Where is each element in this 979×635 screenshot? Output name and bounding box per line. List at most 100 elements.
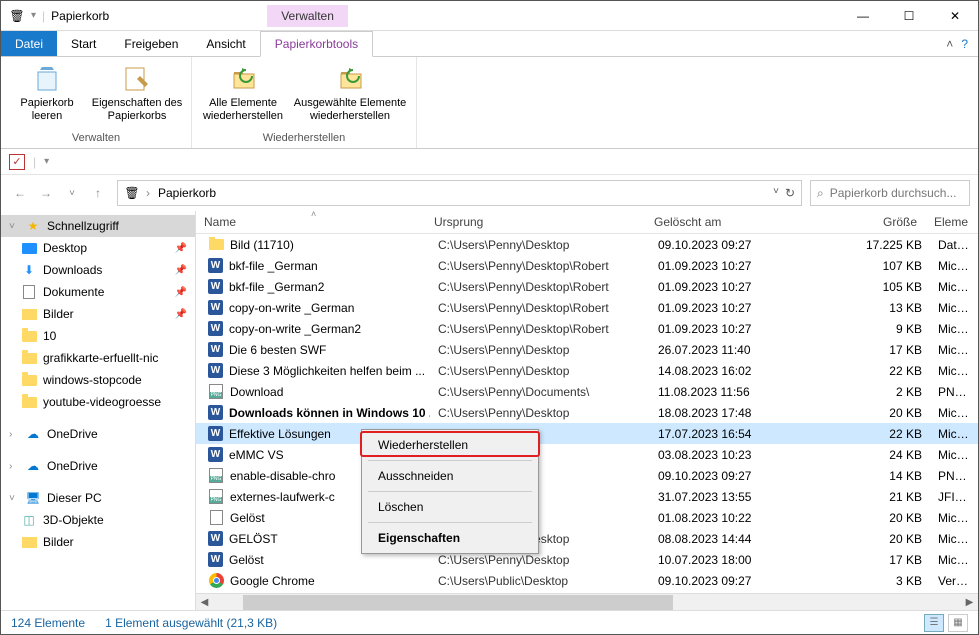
tab-file[interactable]: Datei	[1, 31, 57, 56]
table-row[interactable]: WGELÖSTC:\Users\Penny\Desktop08.08.2023 …	[196, 528, 978, 549]
expand-icon[interactable]: ›	[9, 429, 19, 440]
word-icon: W	[208, 405, 223, 420]
table-row[interactable]: WeMMC VSesktop03.08.2023 10:2324 KBMicro…	[196, 444, 978, 465]
scroll-right-icon[interactable]: ▶	[961, 594, 978, 611]
crumb-separator-icon[interactable]: ›	[146, 186, 150, 200]
image-icon	[208, 468, 224, 484]
cell-type: Micros	[930, 511, 978, 525]
cell-size: 2 KB	[840, 385, 930, 399]
table-row[interactable]: externes-laufwerk-cocuments\31.07.2023 1…	[196, 486, 978, 507]
search-box[interactable]: ⌕ Papierkorb durchsuch...	[810, 180, 970, 206]
tab-start[interactable]: Start	[57, 31, 110, 56]
maximize-button[interactable]: ☐	[886, 1, 932, 31]
table-row[interactable]: Bild (11710)C:\Users\Penny\Desktop09.10.…	[196, 234, 978, 255]
cell-size: 22 KB	[840, 427, 930, 441]
col-type[interactable]: Eleme	[926, 211, 978, 233]
cell-deleted: 01.09.2023 10:27	[650, 259, 840, 273]
recycle-bin-properties-button[interactable]: Eigenschaften des Papierkorbs	[89, 59, 185, 127]
table-row[interactable]: Wcopy-on-write _GermanC:\Users\Penny\Des…	[196, 297, 978, 318]
tree-item-3d[interactable]: ◫3D-Objekte	[1, 509, 195, 531]
qat-caret-icon[interactable]: ▾	[31, 10, 36, 21]
cell-deleted: 26.07.2023 11:40	[650, 343, 840, 357]
table-row[interactable]: WDownloads können in Windows 10 ...C:\Us…	[196, 402, 978, 423]
restore-all-icon	[227, 63, 259, 95]
expand-icon[interactable]: ›	[9, 461, 19, 472]
restore-all-button[interactable]: Alle Elemente wiederherstellen	[198, 59, 288, 127]
address-dropdown-icon[interactable]: ˅	[773, 186, 779, 200]
tab-share[interactable]: Freigeben	[110, 31, 192, 56]
horizontal-scrollbar[interactable]: ◀ ▶	[196, 593, 978, 610]
folder-icon	[21, 394, 37, 410]
tree-item-ten[interactable]: 10	[1, 325, 195, 347]
cell-deleted: 01.09.2023 10:27	[650, 322, 840, 336]
scroll-left-icon[interactable]: ◀	[196, 594, 213, 611]
tree-item-gfx[interactable]: grafikkarte-erfuellt-nic	[1, 347, 195, 369]
tree-item-desktop[interactable]: Desktop📌	[1, 237, 195, 259]
tab-recyclebin-tools[interactable]: Papierkorbtools	[260, 31, 373, 57]
tree-item-stopcode[interactable]: windows-stopcode	[1, 369, 195, 391]
table-row[interactable]: Google ChromeC:\Users\Public\Desktop09.1…	[196, 570, 978, 591]
close-button[interactable]: ✕	[932, 1, 978, 31]
table-row[interactable]: Wbkf-file _GermanC:\Users\Penny\Desktop\…	[196, 255, 978, 276]
empty-recycle-bin-button[interactable]: Papierkorb leeren	[7, 59, 87, 127]
ctx-delete[interactable]: Löschen	[364, 494, 536, 520]
tree-onedrive[interactable]: › ☁ OneDrive	[1, 423, 195, 445]
file-rows[interactable]: Bild (11710)C:\Users\Penny\Desktop09.10.…	[196, 234, 978, 593]
table-row[interactable]: WEffektive Lösungenesktop17.07.2023 16:5…	[196, 423, 978, 444]
table-row[interactable]: WDiese 3 Möglichkeiten helfen beim ...C:…	[196, 360, 978, 381]
cell-size: 17.225 KB	[840, 238, 930, 252]
breadcrumb-current[interactable]: Papierkorb	[156, 186, 218, 200]
tab-view[interactable]: Ansicht	[192, 31, 259, 56]
forward-button[interactable]: →	[35, 182, 57, 204]
col-deleted[interactable]: Gelöscht am	[646, 211, 836, 233]
table-row[interactable]: Gelöstesktop01.08.2023 10:2220 KBMicros	[196, 507, 978, 528]
help-icon[interactable]: ?	[961, 37, 968, 51]
address-bar[interactable]: 🗑 › Papierkorb ˅ ↻	[117, 180, 802, 206]
cell-origin: C:\Users\Penny\Desktop	[430, 238, 650, 252]
expand-icon[interactable]: ˅	[9, 221, 19, 232]
tree-this-pc[interactable]: ˅ 🖥 Dieser PC	[1, 487, 195, 509]
navigation-tree[interactable]: ˅ ★ Schnellzugriff Desktop📌⬇Downloads📌Do…	[1, 211, 196, 610]
tree-quick-access[interactable]: ˅ ★ Schnellzugriff	[1, 215, 195, 237]
col-origin[interactable]: Ursprung	[426, 211, 646, 233]
file-name: copy-on-write _German	[229, 301, 354, 315]
table-row[interactable]: DownloadC:\Users\Penny\Documents\11.08.2…	[196, 381, 978, 402]
ribbon-group-caption: Wiederherstellen	[263, 130, 346, 146]
up-button[interactable]: ↑	[87, 182, 109, 204]
tree-label: Downloads	[43, 263, 102, 277]
scrollbar-thumb[interactable]	[243, 595, 673, 610]
ctx-properties[interactable]: Eigenschaften	[364, 525, 536, 551]
collapse-ribbon-icon[interactable]: ˄	[946, 37, 953, 51]
status-bar: 124 Elemente 1 Element ausgewählt (21,3 …	[1, 610, 978, 634]
recent-locations-button[interactable]: ˅	[61, 182, 83, 204]
tree-label: Bilder	[43, 535, 74, 549]
ctx-restore[interactable]: Wiederherstellen	[364, 432, 536, 458]
minimize-button[interactable]: —	[840, 1, 886, 31]
table-row[interactable]: Wcopy-on-write _German2C:\Users\Penny\De…	[196, 318, 978, 339]
select-all-checkbox[interactable]: ✓	[9, 154, 25, 170]
window-title: Papierkorb	[51, 9, 109, 23]
tree-item-pictures2[interactable]: Bilder	[1, 531, 195, 553]
restore-selected-button[interactable]: Ausgewählte Elemente wiederherstellen	[290, 59, 410, 127]
cell-size: 20 KB	[840, 511, 930, 525]
tree-item-pictures[interactable]: Bilder📌	[1, 303, 195, 325]
tree-item-documents[interactable]: Dokumente📌	[1, 281, 195, 303]
back-button[interactable]: ←	[9, 182, 31, 204]
file-name: Download	[230, 385, 283, 399]
view-details-button[interactable]: ☰	[924, 614, 944, 632]
quickbar-caret-icon[interactable]: ▾	[44, 156, 49, 167]
properties-icon	[121, 63, 153, 95]
table-row[interactable]: Wbkf-file _German2C:\Users\Penny\Desktop…	[196, 276, 978, 297]
col-size[interactable]: Größe	[836, 211, 926, 233]
tree-item-yt[interactable]: youtube-videogroesse	[1, 391, 195, 413]
cell-type: PNG-D	[930, 469, 978, 483]
tree-item-downloads[interactable]: ⬇Downloads📌	[1, 259, 195, 281]
view-icons-button[interactable]: ▦	[948, 614, 968, 632]
refresh-button[interactable]: ↻	[785, 186, 795, 200]
table-row[interactable]: WDie 6 besten SWFC:\Users\Penny\Desktop2…	[196, 339, 978, 360]
table-row[interactable]: enable-disable-chroesktop09.10.2023 09:2…	[196, 465, 978, 486]
expand-icon[interactable]: ˅	[9, 493, 19, 504]
tree-onedrive[interactable]: › ☁ OneDrive	[1, 455, 195, 477]
ctx-cut[interactable]: Ausschneiden	[364, 463, 536, 489]
table-row[interactable]: WGelöstC:\Users\Penny\Desktop10.07.2023 …	[196, 549, 978, 570]
